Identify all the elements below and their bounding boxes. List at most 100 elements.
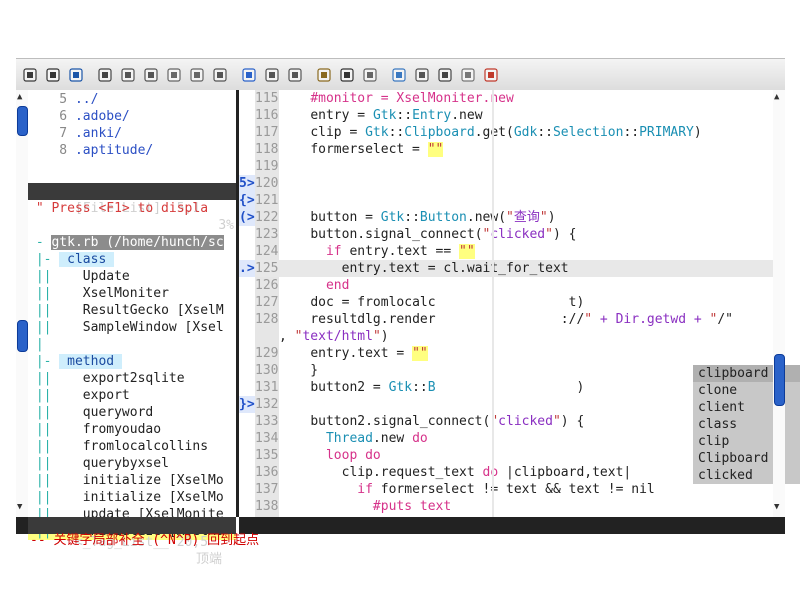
tag-list-class-row[interactable]: || Update bbox=[28, 268, 130, 285]
tag-list-file-line[interactable]: - gtk.rb (/home/hunch/sc bbox=[28, 234, 224, 251]
left-scrollbar[interactable]: ▲ ▼ bbox=[16, 90, 28, 517]
editor-pane[interactable]: 115 #monitor = XselMoniter.new 116 entry … bbox=[239, 90, 800, 517]
run-icon[interactable] bbox=[436, 66, 454, 84]
editor-line[interactable]: 115 #monitor = XselMoniter.new bbox=[255, 90, 773, 107]
editor-line[interactable]: 124 if entry.text == "" bbox=[255, 243, 773, 260]
editor-line[interactable]: 126 end bbox=[255, 277, 773, 294]
line-code: entry = Gtk::Entry.new bbox=[279, 108, 482, 123]
file-list-item-name: .adobe/ bbox=[74, 109, 130, 124]
tag-list-class-row[interactable]: || SampleWindow [Xsel bbox=[28, 319, 224, 336]
redo-icon[interactable] bbox=[142, 66, 160, 84]
right-scrollbar-thumb[interactable] bbox=[774, 354, 785, 406]
file-list-item[interactable]: 8 .aptitude/ bbox=[28, 142, 153, 159]
tag-list-method-row[interactable]: || fromyoudao bbox=[28, 421, 161, 438]
save-icon[interactable] bbox=[44, 66, 62, 84]
editor-line[interactable]: , "text/html") bbox=[255, 328, 773, 345]
editor-line[interactable]: 119 bbox=[255, 158, 773, 175]
tag-list-method-row[interactable]: || export2sqlite bbox=[28, 370, 185, 387]
tag-list-method-row[interactable]: || initialize [XselMo bbox=[28, 489, 224, 506]
code-keyword: loop bbox=[325, 448, 358, 463]
tag-list-method-row[interactable]: || querybyxsel bbox=[28, 455, 169, 472]
line-code: clip = Gtk::Clipboard.get(Gdk::Selection… bbox=[279, 125, 701, 140]
editor-line[interactable]: 129 entry.text = "" bbox=[255, 345, 773, 362]
code-text: button bbox=[310, 227, 358, 242]
editor-line[interactable]: 125 entry.text = cl.wait_for_text bbox=[255, 260, 773, 277]
make-icon[interactable] bbox=[361, 66, 379, 84]
find-prev-icon[interactable] bbox=[286, 66, 304, 84]
print-icon[interactable] bbox=[96, 66, 114, 84]
load-session-icon[interactable] bbox=[315, 66, 333, 84]
tag-list-method-group[interactable]: |- method bbox=[28, 353, 122, 370]
editor-line[interactable]: 123 button.signal_connect("clicked") { bbox=[255, 226, 773, 243]
editor-line[interactable]: 117 clip = Gtk::Clipboard.get(Gdk::Selec… bbox=[255, 124, 773, 141]
editor-line[interactable]: 127 doc = fromlocalc t) bbox=[255, 294, 773, 311]
left-scrollbar-thumb-lower[interactable] bbox=[17, 320, 28, 352]
help-icon[interactable] bbox=[482, 66, 500, 84]
editor-line[interactable]: 138 #puts text bbox=[255, 498, 773, 515]
code-text: :: bbox=[623, 125, 640, 140]
table-icon[interactable] bbox=[413, 66, 431, 84]
tag-list-method-row[interactable]: || initialize [XselMo bbox=[28, 472, 224, 489]
undo-icon[interactable] bbox=[119, 66, 137, 84]
tag-list-method-item: initialize [XselMo bbox=[82, 490, 224, 505]
code-quote: " bbox=[584, 312, 593, 327]
left-scrollbar-thumb[interactable] bbox=[17, 106, 28, 136]
file-list-item[interactable]: 6 .adobe/ bbox=[28, 108, 130, 125]
code-text: / bbox=[717, 312, 726, 327]
editor-line[interactable]: 121 bbox=[255, 192, 773, 209]
shell-icon[interactable] bbox=[390, 66, 408, 84]
file-list-item[interactable]: 5 ../ bbox=[28, 91, 98, 108]
code-text: . bbox=[459, 261, 467, 276]
tag-list-class-group[interactable]: |- class bbox=[28, 251, 115, 268]
code-text: = bbox=[365, 380, 389, 395]
paste-icon[interactable] bbox=[211, 66, 229, 84]
cut-icon[interactable] bbox=[165, 66, 183, 84]
code-keyword: do bbox=[412, 431, 428, 446]
line-code: #puts text bbox=[279, 499, 451, 514]
code-string: "" bbox=[427, 142, 444, 157]
find-icon[interactable] bbox=[240, 66, 258, 84]
copy-icon[interactable] bbox=[188, 66, 206, 84]
line-number: 116 bbox=[255, 108, 287, 123]
line-code: if formerselect != text && text != nil bbox=[279, 482, 654, 497]
save-all-icon[interactable] bbox=[67, 66, 85, 84]
code-text: clip bbox=[341, 465, 373, 480]
code-text: doc bbox=[310, 295, 334, 310]
tag-list-class-row[interactable]: || XselMoniter bbox=[28, 285, 169, 302]
tag-list-class-row[interactable]: || ResultGecko [XselM bbox=[28, 302, 224, 319]
editor-line[interactable]: 128 resultdlg.render ://" + Dir.getwd + … bbox=[255, 311, 773, 328]
file-list-item[interactable]: 7 .anki/ bbox=[28, 125, 122, 142]
editor-line[interactable]: 122 button = Gtk::Button.new("查询") bbox=[255, 209, 773, 226]
code-text: t bbox=[325, 380, 334, 395]
code-text: . bbox=[372, 431, 381, 446]
command-message: -- 关键字局部补全 (^N^P) 回到起点 bbox=[30, 533, 260, 548]
tags-icon[interactable] bbox=[459, 66, 477, 84]
code-string: clicked bbox=[498, 414, 553, 429]
tag-list-method-item: export2sqlite bbox=[82, 371, 185, 386]
find-next-icon[interactable] bbox=[263, 66, 281, 84]
line-number: 118 bbox=[255, 142, 287, 157]
right-scrollbar[interactable]: ▲ ▼ bbox=[773, 90, 785, 517]
line-code: button = Gtk::Button.new("查询") bbox=[279, 210, 555, 225]
tag-list-spacer[interactable]: | bbox=[28, 336, 44, 353]
tag-list-method-item: initialize [XselMo bbox=[82, 473, 224, 488]
tag-list-help-line[interactable]: " Press <F1> to displa bbox=[28, 200, 208, 217]
tag-list-method-row[interactable]: || queryword bbox=[28, 404, 153, 421]
tag-list-method-row[interactable]: || fromlocalcollins bbox=[28, 438, 208, 455]
editor-line[interactable]: 120 bbox=[255, 175, 773, 192]
code-text: } bbox=[279, 363, 319, 378]
code-constant: Gdk bbox=[513, 125, 538, 140]
file-list-status: [File List] 5,1 3% bbox=[28, 183, 236, 233]
editor-line[interactable]: 116 entry = Gtk::Entry.new bbox=[255, 107, 773, 124]
save-session-icon[interactable] bbox=[338, 66, 356, 84]
editor-line[interactable]: 118 formerselect = "" bbox=[255, 141, 773, 158]
open-icon[interactable] bbox=[21, 66, 39, 84]
tag-list-method-row[interactable]: || export bbox=[28, 387, 130, 404]
